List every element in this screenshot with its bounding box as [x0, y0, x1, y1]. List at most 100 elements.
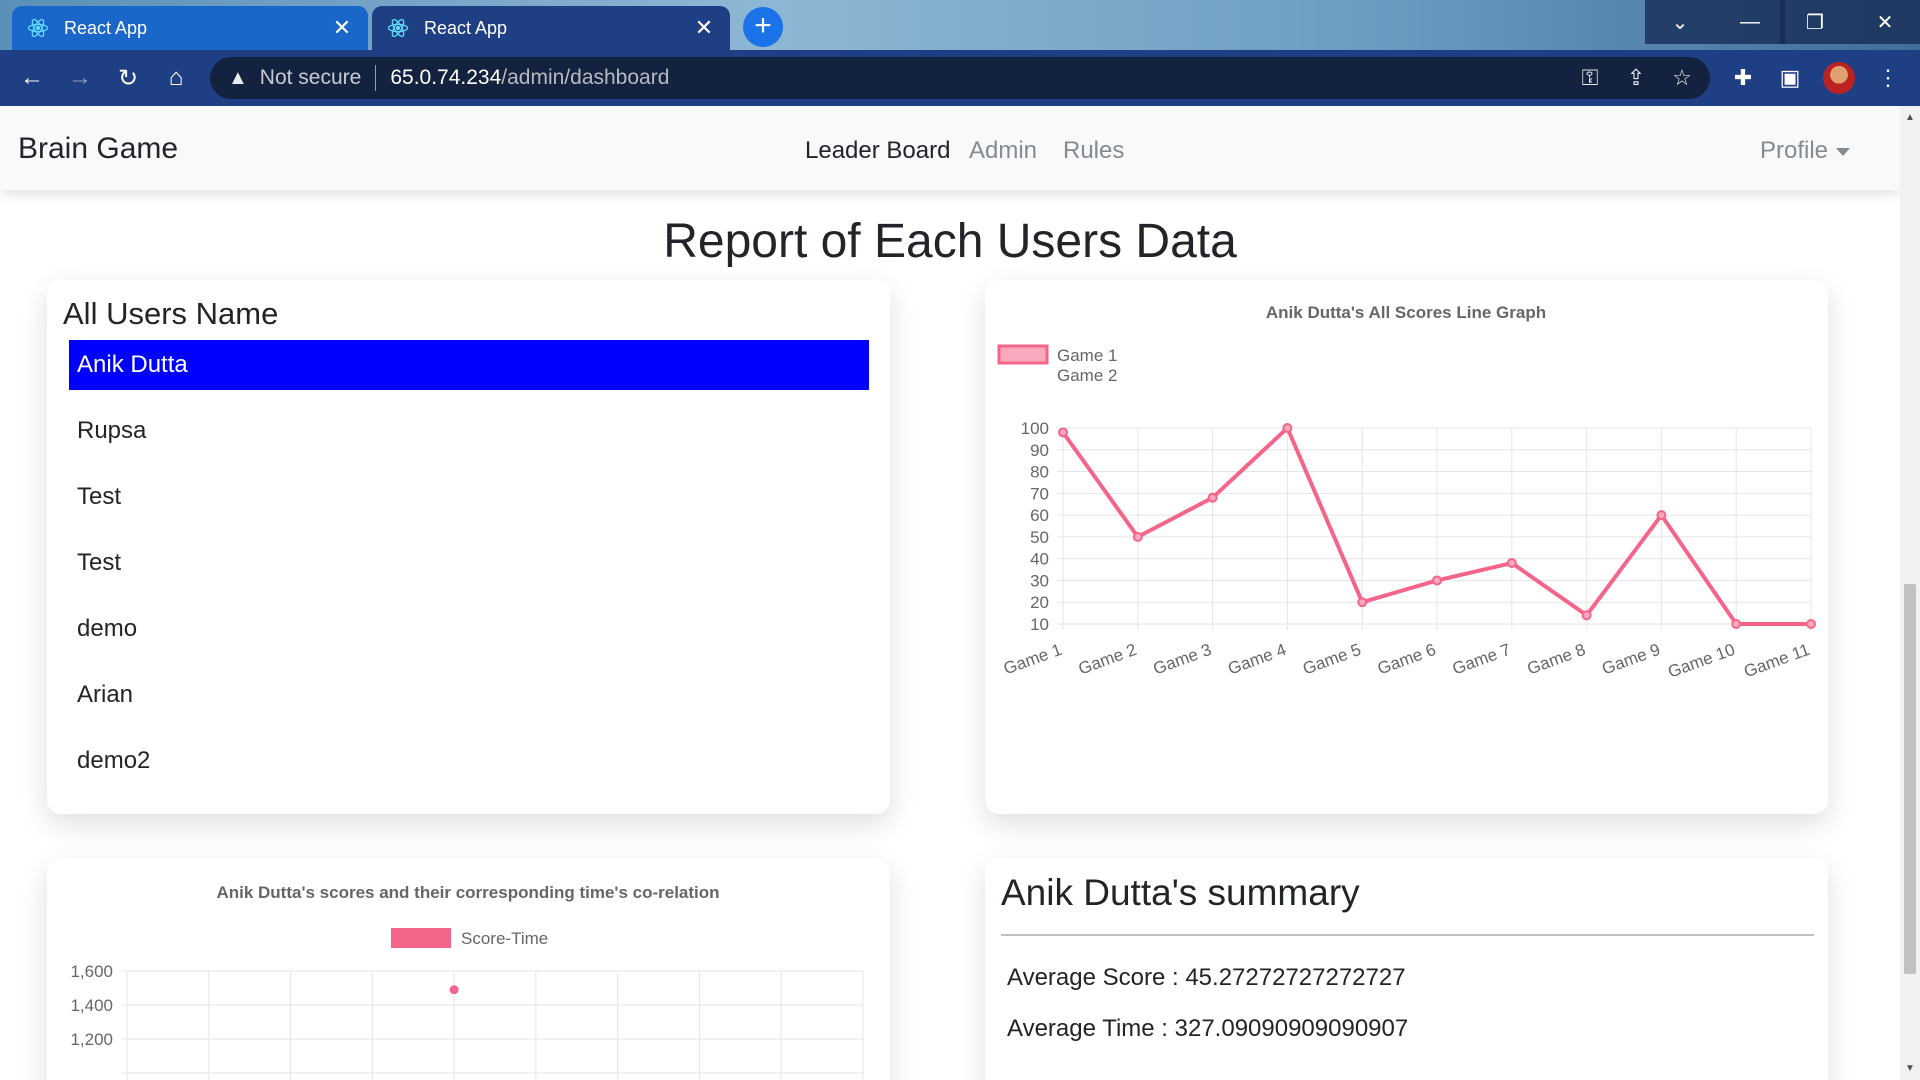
y-tick-label: 1,600 [70, 962, 113, 981]
browser-tab[interactable]: React App ✕ [12, 6, 368, 50]
user-list-item[interactable]: Test [69, 538, 869, 588]
user-list-item[interactable]: Test [69, 472, 869, 522]
brand-logo[interactable]: Brain Game [18, 132, 178, 166]
data-point [1806, 619, 1816, 629]
share-icon[interactable]: ⇪ [1616, 57, 1656, 99]
y-tick-label: 50 [1030, 528, 1049, 547]
x-tick-label: Game 3 [1151, 640, 1214, 679]
data-point [1656, 510, 1667, 521]
line-chart-card: Anik Dutta's All Scores Line Graph Game 1… [985, 280, 1828, 814]
legend-swatch [997, 344, 1049, 365]
x-tick-label: Game 6 [1375, 640, 1438, 679]
x-tick-label: Game 5 [1300, 640, 1363, 679]
y-tick-label: 1,400 [70, 996, 113, 1015]
nav-leader-board[interactable]: Leader Board [805, 137, 950, 165]
new-tab-plus-icon[interactable]: + [743, 7, 783, 47]
average-time: Average Time : 327.09090909090907 [1007, 1015, 1409, 1042]
key-icon[interactable]: ⚿ [1570, 57, 1610, 99]
close-tab-icon[interactable]: ✕ [330, 15, 354, 41]
average-score: Average Score : 45.27272727272727 [1007, 964, 1406, 991]
url-host: 65.0.74.234 [390, 66, 502, 89]
user-list-item[interactable]: demo [69, 604, 869, 654]
back-arrow-icon[interactable]: ← [14, 60, 50, 96]
browser-toolbar: ← → ↻ ⌂ ▲ Not secure 65.0.74.234/admin/d… [0, 50, 1920, 106]
x-tick-label: Game 2 [1076, 640, 1139, 679]
bookmark-star-icon[interactable]: ☆ [1662, 57, 1702, 99]
reload-icon[interactable]: ↻ [110, 60, 146, 96]
legend-label: Score-Time [461, 929, 548, 948]
chart-title: Anik Dutta's scores and their correspond… [216, 883, 719, 902]
data-point [1132, 531, 1143, 542]
kebab-menu-icon[interactable]: ⋮ [1870, 60, 1906, 96]
warning-triangle-icon: ▲ [228, 66, 248, 89]
nav-admin[interactable]: Admin [969, 137, 1037, 165]
page-scrollbar[interactable]: ▲ ▼ [1900, 106, 1920, 1080]
scroll-down-arrow-icon[interactable]: ▼ [1900, 1063, 1920, 1074]
user-list-item[interactable]: Rupsa [69, 406, 869, 456]
address-bar[interactable]: ▲ Not secure 65.0.74.234/admin/dashboard… [210, 57, 1710, 99]
data-point [1357, 597, 1368, 608]
tab-search-chevron-icon[interactable]: ⌄ [1645, 0, 1715, 44]
data-point [1432, 575, 1442, 586]
user-list-item[interactable]: Anik Dutta [69, 340, 869, 390]
scroll-up-arrow-icon[interactable]: ▲ [1900, 112, 1920, 123]
legend-label: Game 1 [1057, 346, 1117, 365]
react-icon [26, 16, 50, 40]
y-tick-label: 30 [1030, 571, 1049, 590]
users-card: All Users Name Anik Dutta Rupsa Test Test de… [47, 280, 890, 814]
side-panel-icon[interactable]: ▣ [1772, 60, 1808, 96]
divider [375, 65, 377, 91]
x-tick-label: Game 9 [1599, 640, 1662, 679]
close-window-icon[interactable]: ✕ [1850, 0, 1920, 44]
y-tick-label: 10 [1030, 615, 1049, 634]
line-chart: Anik Dutta's All Scores Line Graph Game 1… [997, 303, 1816, 682]
y-tick-label: 70 [1030, 484, 1049, 503]
forward-arrow-icon[interactable]: → [62, 60, 98, 96]
x-tick-label: Game 11 [1741, 640, 1812, 681]
scatter-chart: Anik Dutta's scores and their correspond… [70, 883, 864, 1080]
data-point [449, 985, 459, 995]
react-icon [386, 16, 410, 40]
x-tick-label: Game 1 [1001, 640, 1064, 679]
scatter-chart-card: Anik Dutta's scores and their correspond… [47, 858, 890, 1080]
user-list-item[interactable]: Arian [69, 670, 869, 720]
nav-rules[interactable]: Rules [1063, 137, 1124, 165]
tab-title: React App [64, 17, 148, 38]
security-label: Not secure [259, 66, 362, 89]
profile-dropdown[interactable]: Profile [1760, 137, 1851, 165]
user-list-item[interactable]: demo2 [69, 736, 869, 786]
users-heading: All Users Name [63, 296, 279, 331]
data-point [1731, 619, 1742, 629]
x-tick-label: Game 4 [1225, 640, 1288, 679]
y-tick-label: 60 [1030, 506, 1049, 525]
data-point [1207, 492, 1218, 503]
home-icon[interactable]: ⌂ [158, 60, 194, 96]
browser-tab-bar: React App ✕ React App ✕ + ⌄ — ❐ ✕ [0, 0, 1920, 50]
profile-label: Profile [1760, 137, 1829, 164]
legend-label: Game 2 [1057, 366, 1117, 385]
data-point [1058, 427, 1068, 438]
y-tick-label: 80 [1030, 463, 1049, 482]
divider [1001, 934, 1814, 936]
x-tick-label: Game 7 [1450, 640, 1513, 679]
tab-title: React App [424, 17, 508, 38]
close-tab-icon[interactable]: ✕ [692, 15, 716, 41]
browser-tab-active[interactable]: React App ✕ [372, 6, 730, 50]
y-tick-label: 100 [1021, 419, 1049, 438]
minimize-icon[interactable]: — [1715, 0, 1785, 44]
data-point [1581, 610, 1592, 621]
summary-card: Anik Dutta's summary Average Score : 45.… [985, 858, 1828, 1080]
profile-avatar[interactable] [1823, 62, 1855, 94]
x-tick-label: Game 10 [1665, 640, 1737, 682]
y-tick-label: 20 [1030, 593, 1049, 612]
scrollbar-thumb[interactable] [1904, 584, 1916, 974]
y-tick-label: 40 [1030, 550, 1049, 569]
summary-heading: Anik Dutta's summary [1001, 872, 1360, 913]
data-point [1282, 423, 1293, 433]
page-title: Report of Each Users Data [663, 215, 1237, 268]
page-content: Brain Game Leader Board Admin Rules Prof… [0, 106, 1900, 1080]
chart-title: Anik Dutta's All Scores Line Graph [1266, 303, 1546, 322]
extensions-puzzle-icon[interactable]: ✚ [1725, 60, 1761, 96]
restore-icon[interactable]: ❐ [1780, 0, 1850, 44]
data-point [1506, 558, 1517, 569]
